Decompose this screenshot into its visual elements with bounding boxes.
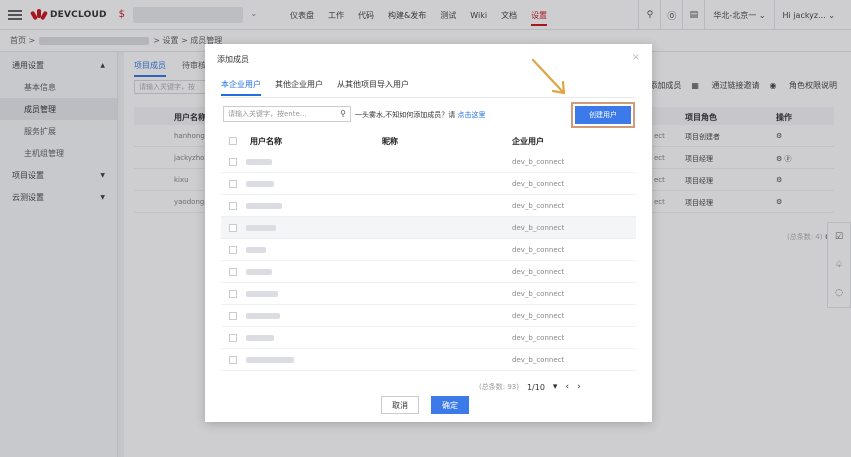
table-row[interactable]: dev_b_connect	[221, 283, 636, 305]
dialog-title: 添加成员	[217, 55, 249, 64]
user-search-input[interactable]: 请输入关键字，按ente... ⚲	[223, 106, 351, 122]
close-icon[interactable]: ×	[632, 52, 640, 63]
help-link[interactable]: 点击这里	[457, 111, 485, 119]
user-name	[246, 203, 282, 209]
hint-text: 一头雾水,不知如何添加成员？请	[355, 111, 456, 119]
enterprise-user: dev_b_connect	[512, 268, 565, 276]
prev-page-icon[interactable]: ‹	[565, 382, 569, 392]
table-row[interactable]: dev_b_connect	[221, 261, 636, 283]
enterprise-user: dev_b_connect	[512, 356, 565, 364]
add-member-dialog: 添加成员 × 本企业用户 其他企业用户 从其他项目导入用户 请输入关键字，按en…	[205, 44, 652, 422]
user-name	[246, 181, 274, 187]
header-nickname: 昵称	[382, 137, 398, 146]
create-user-button[interactable]: 创建用户	[575, 106, 631, 124]
enterprise-user: dev_b_connect	[512, 224, 565, 232]
table-row[interactable]: dev_b_connect	[221, 195, 636, 217]
user-name	[246, 225, 276, 231]
enterprise-user: dev_b_connect	[512, 246, 565, 254]
create-user-highlight: 创建用户	[571, 102, 635, 128]
annotation-arrow-icon	[531, 58, 566, 95]
row-checkbox[interactable]	[229, 334, 237, 342]
header-enterprise-user: 企业用户	[512, 137, 544, 146]
row-checkbox[interactable]	[229, 268, 237, 276]
header-username: 用户名称	[250, 137, 282, 146]
help-hint: 一头雾水,不知如何添加成员？请 点击这里	[355, 110, 485, 120]
enterprise-user: dev_b_connect	[512, 312, 565, 320]
table-row[interactable]: dev_b_connect	[221, 217, 636, 239]
search-placeholder: 请输入关键字，按ente...	[228, 110, 307, 118]
pagination: (总条数: 93) 1/10 ▾ ‹ ›	[479, 382, 581, 392]
enterprise-user: dev_b_connect	[512, 334, 565, 342]
user-table-header: 用户名称 昵称 企业用户	[221, 131, 636, 151]
row-checkbox[interactable]	[229, 290, 237, 298]
user-name	[246, 291, 278, 297]
row-checkbox[interactable]	[229, 224, 237, 232]
user-name	[246, 357, 294, 363]
confirm-button[interactable]: 确定	[431, 396, 469, 414]
table-row[interactable]: dev_b_connect	[221, 327, 636, 349]
row-checkbox[interactable]	[229, 356, 237, 364]
row-checkbox[interactable]	[229, 158, 237, 166]
table-row[interactable]: dev_b_connect	[221, 239, 636, 261]
user-name	[246, 335, 274, 341]
dialog-tabs: 本企业用户 其他企业用户 从其他项目导入用户	[221, 79, 423, 96]
table-row[interactable]: dev_b_connect	[221, 151, 636, 173]
user-name	[246, 269, 272, 275]
cancel-button[interactable]: 取消	[381, 396, 419, 414]
table-row[interactable]: dev_b_connect	[221, 349, 636, 371]
table-row[interactable]: dev_b_connect	[221, 305, 636, 327]
user-name	[246, 247, 266, 253]
row-checkbox[interactable]	[229, 312, 237, 320]
enterprise-user: dev_b_connect	[512, 202, 565, 210]
table-row[interactable]: dev_b_connect	[221, 173, 636, 195]
enterprise-user: dev_b_connect	[512, 180, 565, 188]
enterprise-user: dev_b_connect	[512, 290, 565, 298]
tab-enterprise-users[interactable]: 本企业用户	[221, 79, 261, 96]
select-all-checkbox[interactable]	[229, 137, 237, 145]
row-checkbox[interactable]	[229, 180, 237, 188]
search-icon[interactable]: ⚲	[340, 107, 346, 121]
enterprise-user: dev_b_connect	[512, 158, 565, 166]
pager-total: (总条数: 93)	[479, 383, 519, 391]
user-name	[246, 159, 272, 165]
row-checkbox[interactable]	[229, 246, 237, 254]
tab-import-from-project[interactable]: 从其他项目导入用户	[337, 79, 409, 96]
next-page-icon[interactable]: ›	[577, 382, 581, 392]
tab-other-enterprise-users[interactable]: 其他企业用户	[275, 79, 323, 96]
page-dropdown-icon[interactable]: ▾	[553, 382, 558, 392]
pager-page: 1/10	[526, 382, 545, 392]
row-checkbox[interactable]	[229, 202, 237, 210]
user-name	[246, 313, 280, 319]
